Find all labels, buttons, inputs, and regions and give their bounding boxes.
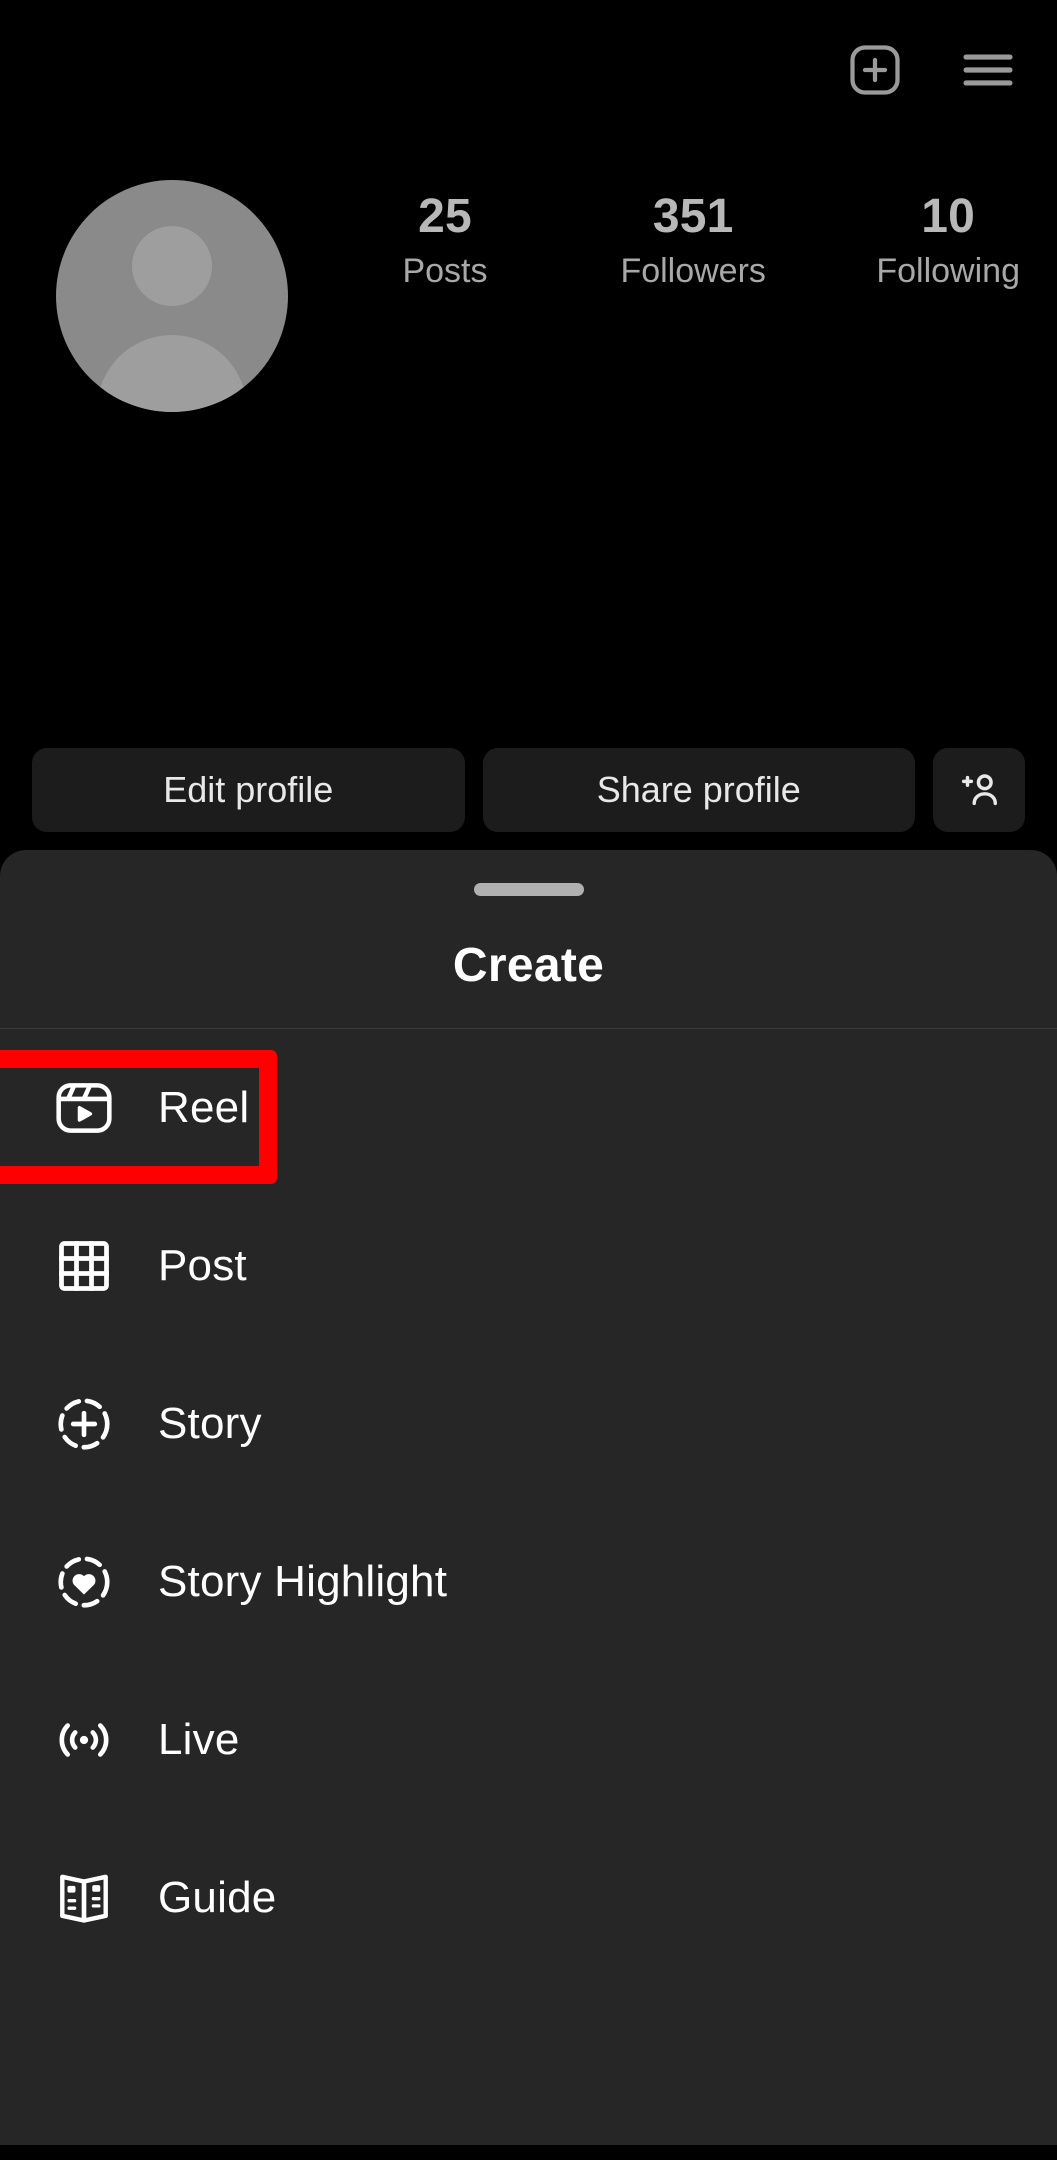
stat-followers-label: Followers: [620, 251, 766, 290]
edit-profile-button[interactable]: Edit profile: [32, 748, 465, 832]
menu-item-reel[interactable]: Reel: [0, 1029, 1057, 1187]
menu-item-post-label: Post: [158, 1241, 247, 1290]
stat-posts-value: 25: [418, 190, 472, 243]
menu-item-live[interactable]: Live: [0, 1661, 1057, 1819]
live-broadcast-icon: [40, 1696, 128, 1784]
reel-icon: [40, 1064, 128, 1152]
stat-posts[interactable]: 25 Posts: [380, 190, 510, 295]
top-header: [0, 0, 1057, 140]
stat-following-value: 10: [921, 190, 976, 243]
menu-item-story-label: Story: [158, 1399, 262, 1448]
stat-following-label: Following: [876, 251, 1020, 290]
avatar-body-shape: [97, 335, 247, 412]
plus-square-icon[interactable]: [845, 40, 905, 100]
hamburger-menu-icon[interactable]: [957, 39, 1019, 101]
story-plus-icon: [40, 1380, 128, 1468]
menu-item-reel-label: Reel: [158, 1083, 250, 1132]
menu-item-story-highlight[interactable]: Story Highlight: [0, 1503, 1057, 1661]
guide-book-icon: [40, 1854, 128, 1942]
add-person-icon: [961, 774, 998, 806]
stat-posts-label: Posts: [402, 251, 488, 290]
menu-item-story-highlight-label: Story Highlight: [158, 1557, 448, 1606]
stat-followers[interactable]: 351 Followers: [620, 190, 765, 295]
avatar-head-shape: [132, 226, 212, 306]
stat-following[interactable]: 10 Following: [876, 190, 1020, 295]
instagram-profile-screen: 25 Posts 351 Followers 10 Following Edit…: [0, 0, 1057, 2160]
stat-followers-value: 351: [652, 190, 734, 243]
profile-summary: 25 Posts 351 Followers 10 Following: [0, 180, 1057, 412]
avatar[interactable]: [56, 180, 288, 412]
menu-item-guide[interactable]: Guide: [0, 1819, 1057, 1977]
share-profile-button[interactable]: Share profile: [482, 748, 915, 832]
story-heart-icon: [40, 1538, 128, 1626]
profile-actions: Edit profile Share profile: [0, 740, 1057, 840]
create-bottom-sheet: Create Reel Post Story Story Highlight L…: [0, 850, 1057, 2145]
menu-item-guide-label: Guide: [158, 1873, 277, 1922]
menu-item-live-label: Live: [158, 1715, 240, 1764]
create-menu: Reel Post Story Story Highlight Live Gui…: [0, 1029, 1057, 1977]
sheet-title: Create: [452, 939, 605, 992]
add-person-button[interactable]: [933, 748, 1025, 832]
menu-item-story[interactable]: Story: [0, 1345, 1057, 1503]
menu-item-post[interactable]: Post: [0, 1187, 1057, 1345]
grid-post-icon: [40, 1222, 128, 1310]
stats-row: 25 Posts 351 Followers 10 Following: [380, 190, 1020, 370]
bottom-strip: [0, 2145, 1057, 2160]
sheet-drag-handle[interactable]: [473, 883, 584, 896]
